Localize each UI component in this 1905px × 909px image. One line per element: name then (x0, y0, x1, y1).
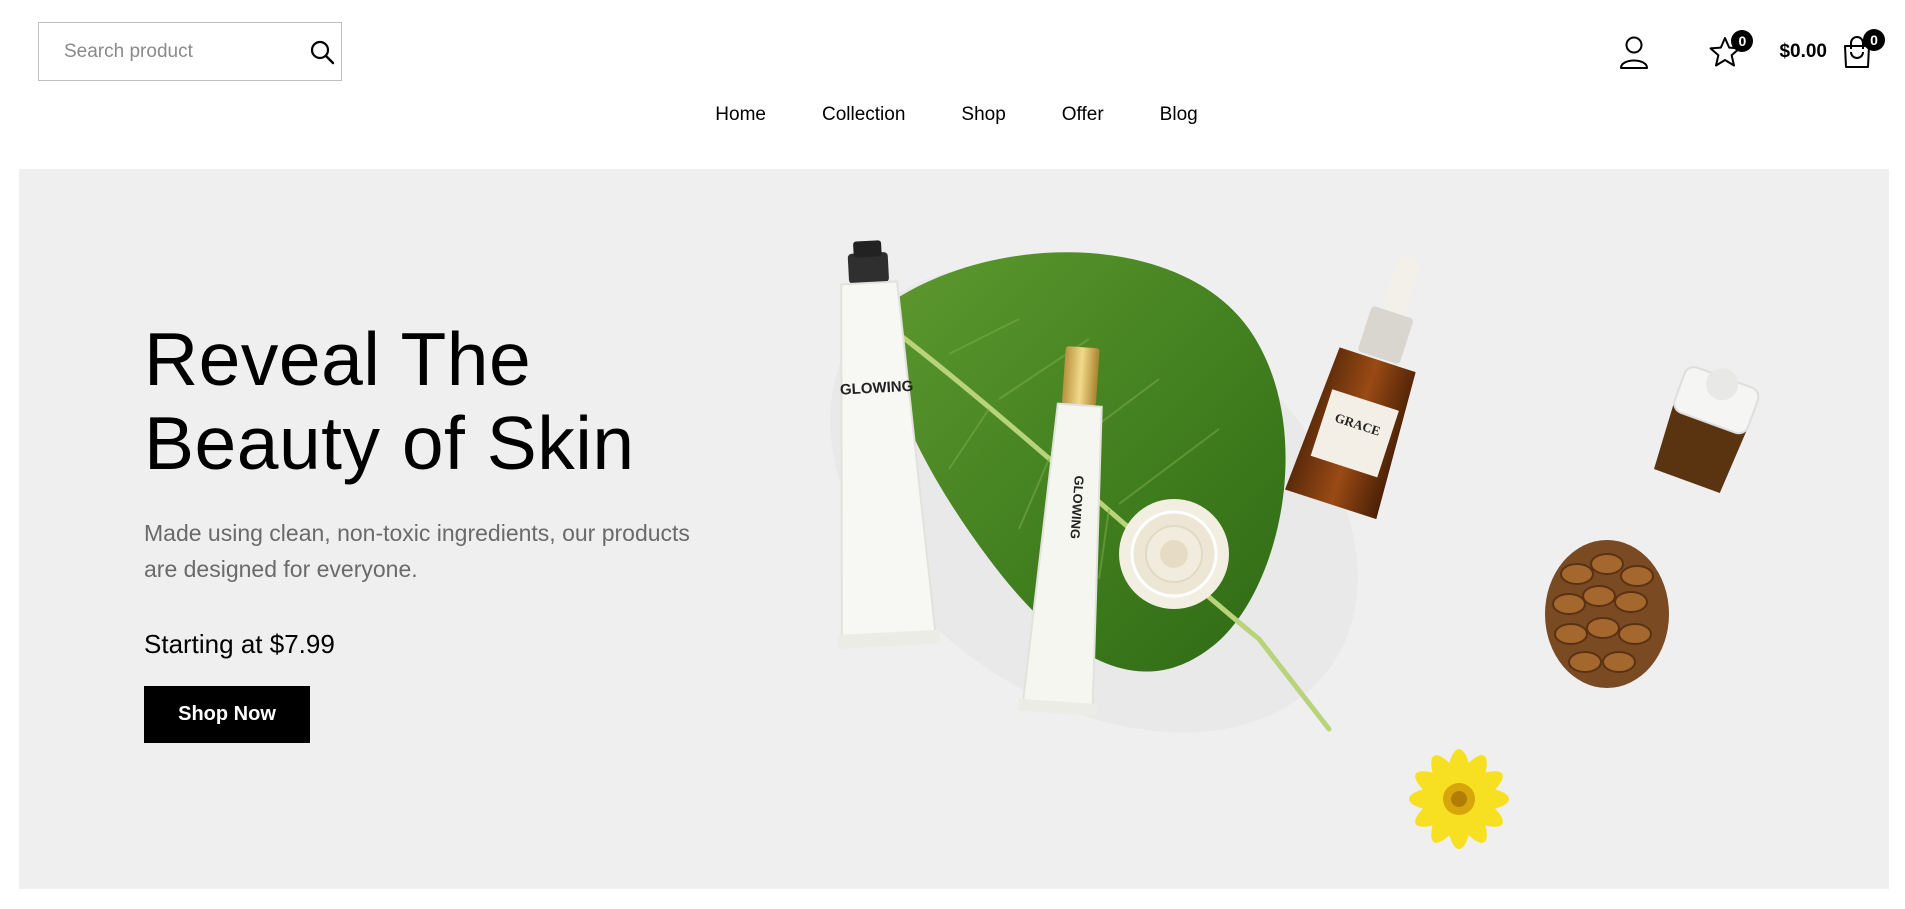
hero-title-line-2: Beauty of Skin (144, 401, 635, 485)
search-input[interactable] (64, 40, 309, 63)
header-actions: 0 $0.00 0 (1619, 28, 1885, 76)
nav-blog[interactable]: Blog (1160, 104, 1198, 126)
user-icon[interactable] (1619, 35, 1649, 69)
search-box (38, 22, 342, 81)
hero-title-line-1: Reveal The (144, 317, 532, 401)
nav-offer[interactable]: Offer (1062, 104, 1104, 126)
main-nav: Home Collection Shop Offer Blog (0, 104, 1905, 126)
wishlist-count-badge: 0 (1731, 30, 1754, 52)
search-icon[interactable] (309, 37, 335, 67)
cart-count-badge: 0 (1863, 29, 1885, 51)
shop-now-button[interactable]: Shop Now (144, 686, 310, 743)
hero-price: Starting at $7.99 (144, 629, 335, 659)
hero-product-image: GLOWING GLOWING GRACE (830, 240, 1760, 849)
hero-text: Reveal The Beauty of Skin Made using cle… (144, 317, 704, 743)
cart-button[interactable]: 0 (1841, 29, 1885, 69)
hero-subtitle: Made using clean, non-toxic ingredients,… (144, 520, 690, 582)
cart-total: $0.00 (1779, 41, 1827, 62)
hero-banner: Reveal The Beauty of Skin Made using cle… (19, 169, 1889, 889)
wishlist-button[interactable]: 0 (1709, 30, 1754, 68)
hero-title: Reveal The Beauty of Skin (144, 317, 704, 485)
nav-shop[interactable]: Shop (961, 104, 1005, 126)
nav-collection[interactable]: Collection (822, 104, 905, 126)
nav-home[interactable]: Home (715, 104, 766, 126)
